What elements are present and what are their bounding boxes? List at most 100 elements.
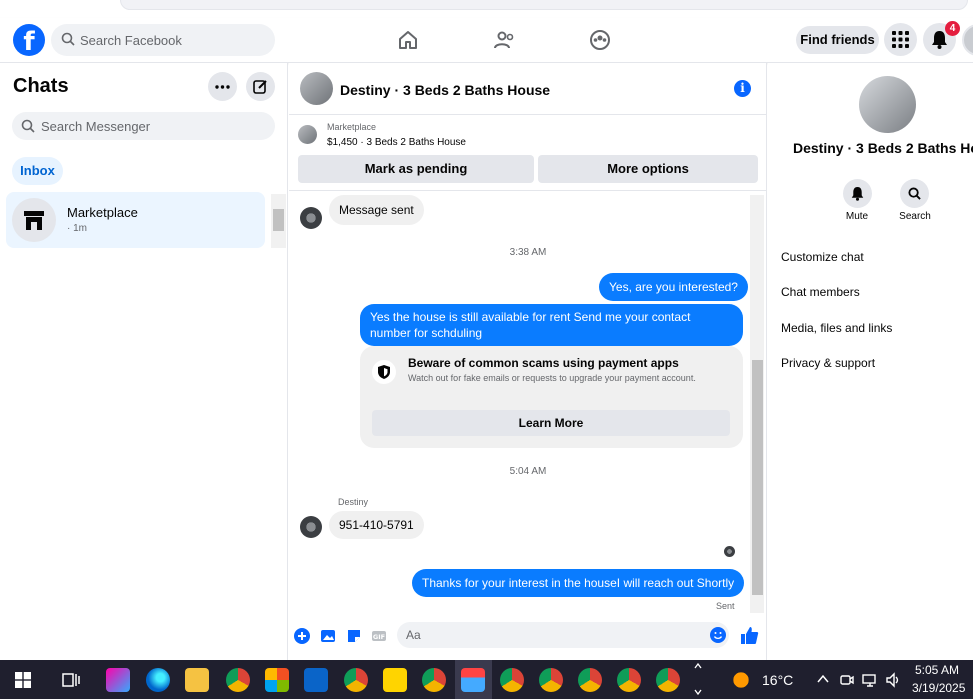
timestamp: 3:38 AM xyxy=(509,247,547,258)
search-icon xyxy=(908,187,921,200)
read-receipt-avatar xyxy=(724,546,735,557)
scrollbar-thumb[interactable] xyxy=(273,209,284,231)
media-files-links-link[interactable]: Media, files and links xyxy=(781,321,892,335)
clock-date[interactable]: 3/19/2025 xyxy=(912,681,965,695)
chats-title: Chats xyxy=(13,75,69,97)
plus-circle-icon[interactable] xyxy=(294,628,310,644)
network-icon[interactable] xyxy=(862,672,878,688)
clock-time[interactable]: 5:05 AM xyxy=(915,663,959,677)
profile-avatar[interactable] xyxy=(962,24,973,56)
sticky-notes-icon[interactable] xyxy=(383,668,407,692)
chats-panel: Chats Search Messenger Inbox Marketplace… xyxy=(0,63,288,660)
gif-icon[interactable]: GIF xyxy=(371,628,387,644)
copilot-icon[interactable] xyxy=(106,668,130,692)
chat-members-link[interactable]: Chat members xyxy=(781,285,860,299)
details-title: Destiny · 3 Beds 2 Baths House xyxy=(793,140,973,156)
friends-icon[interactable] xyxy=(492,28,516,52)
info-icon[interactable]: i xyxy=(734,80,751,97)
chrome-profile-icon[interactable] xyxy=(539,668,563,692)
learn-more-button[interactable]: Learn More xyxy=(372,410,730,436)
search-conversation-button[interactable] xyxy=(900,179,929,208)
listing-avatar[interactable] xyxy=(300,72,333,105)
edge-browser-icon[interactable] xyxy=(146,668,170,692)
snipping-tool-icon[interactable] xyxy=(461,668,485,692)
windows-start-icon[interactable] xyxy=(15,672,31,688)
home-icon[interactable] xyxy=(396,28,420,52)
chrome-profile-icon[interactable] xyxy=(500,668,524,692)
like-thumb-icon[interactable] xyxy=(740,626,759,645)
customize-chat-link[interactable]: Customize chat xyxy=(781,250,864,264)
incoming-message: 951-410-5791 xyxy=(329,511,424,539)
menu-button[interactable] xyxy=(884,23,917,56)
address-bar[interactable] xyxy=(120,0,968,10)
search-messenger-input[interactable]: Search Messenger xyxy=(12,112,275,140)
message-status: Sent xyxy=(716,601,735,611)
taskbar-scroll-arrows-icon[interactable] xyxy=(693,662,703,698)
shield-icon xyxy=(378,365,390,379)
search-facebook-input[interactable]: Search Facebook xyxy=(51,24,275,56)
marketplace-label: Marketplace xyxy=(327,122,377,132)
grid-menu-icon xyxy=(892,31,909,48)
listing-price[interactable]: $1,450 · 3 Beds 2 Baths House xyxy=(327,137,466,148)
marketplace-avatar xyxy=(12,198,56,242)
timestamp: 5:04 AM xyxy=(509,466,547,477)
more-options-button[interactable]: More options xyxy=(538,155,758,183)
message-input[interactable]: Aa xyxy=(397,622,729,648)
weather-temperature[interactable]: 16°C xyxy=(762,672,793,688)
chat-time: · 1m xyxy=(67,223,87,234)
message-list: Message sent 3:38 AM Yes, are you intere… xyxy=(289,191,767,615)
weather-icon[interactable] xyxy=(729,668,753,692)
conversation-panel: Destiny · 3 Beds 2 Baths House i Marketp… xyxy=(289,63,767,660)
storefront-icon xyxy=(24,211,44,230)
scam-warning-title: Beware of common scams using payment app… xyxy=(408,356,679,370)
message-composer: GIF Aa xyxy=(289,619,767,655)
chat-details-panel: Destiny · 3 Beds 2 Baths House Mute Sear… xyxy=(768,63,973,660)
privacy-support-link[interactable]: Privacy & support xyxy=(781,356,875,370)
file-explorer-icon[interactable] xyxy=(185,668,209,692)
outgoing-message: Yes the house is still available for ren… xyxy=(360,304,743,346)
outgoing-message: Thanks for your interest in the houseI w… xyxy=(412,569,745,597)
mute-label: Mute xyxy=(845,211,869,222)
emoji-icon[interactable] xyxy=(710,627,726,643)
chrome-profile-icon[interactable] xyxy=(422,668,446,692)
new-message-button[interactable] xyxy=(246,72,275,101)
message-scrollbar[interactable] xyxy=(750,195,764,613)
search-icon xyxy=(61,32,75,46)
mute-button[interactable] xyxy=(843,179,872,208)
microsoft-store-icon[interactable] xyxy=(265,668,289,692)
speaker-icon[interactable] xyxy=(885,672,901,688)
conversation-title[interactable]: Destiny · 3 Beds 2 Baths House xyxy=(340,82,550,98)
sticker-icon[interactable] xyxy=(346,628,362,644)
details-avatar[interactable] xyxy=(859,76,916,133)
groups-icon[interactable] xyxy=(588,28,612,52)
chrome-profile-icon[interactable] xyxy=(578,668,602,692)
facebook-topbar: f Search Facebook Find friends 4 xyxy=(0,18,973,63)
search-facebook-placeholder: Search Facebook xyxy=(80,33,182,48)
chat-list-item[interactable]: Marketplace · 1m xyxy=(6,192,265,248)
scam-warning-body: Watch out for fake emails or requests to… xyxy=(408,373,696,383)
chats-options-button[interactable] xyxy=(208,72,237,101)
scrollbar-thumb[interactable] xyxy=(752,360,763,595)
image-icon[interactable] xyxy=(320,628,336,644)
inbox-filter-tab[interactable]: Inbox xyxy=(12,157,63,185)
chrome-profile-icon[interactable] xyxy=(617,668,641,692)
outgoing-message: Yes, are you interested? xyxy=(599,273,748,301)
browser-address-strip xyxy=(0,0,973,18)
chrome-profile-icon[interactable] xyxy=(344,668,368,692)
facebook-logo-icon[interactable]: f xyxy=(13,24,45,56)
system-message: Message sent xyxy=(329,195,424,225)
chat-list-scrollbar[interactable] xyxy=(271,194,286,248)
mark-as-pending-button[interactable]: Mark as pending xyxy=(298,155,534,183)
windows-taskbar: 16°C 5:05 AM 3/19/2025 xyxy=(0,660,973,699)
chrome-icon[interactable] xyxy=(226,668,250,692)
message-input-placeholder: Aa xyxy=(406,628,421,642)
sender-avatar xyxy=(300,516,322,538)
meet-now-icon[interactable] xyxy=(839,672,855,688)
outlook-icon[interactable] xyxy=(304,668,328,692)
search-messenger-placeholder: Search Messenger xyxy=(41,119,151,134)
task-view-icon[interactable] xyxy=(62,671,80,689)
find-friends-button[interactable]: Find friends xyxy=(796,26,879,54)
sender-avatar xyxy=(300,207,322,229)
chevron-up-icon[interactable] xyxy=(816,673,830,685)
chrome-profile-icon[interactable] xyxy=(656,668,680,692)
